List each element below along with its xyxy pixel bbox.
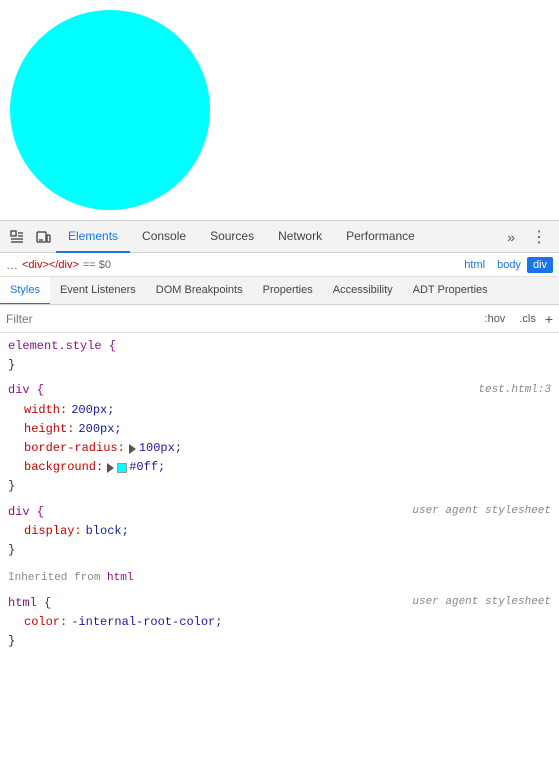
breadcrumb-html[interactable]: html — [458, 257, 491, 273]
div-background-prop: background: — [24, 458, 103, 477]
tab-console[interactable]: Console — [130, 221, 198, 253]
div-height-prop: height: — [24, 420, 74, 439]
element-style-selector: element.style { — [0, 337, 559, 356]
html-ua-selector-line: html { user agent stylesheet — [0, 594, 559, 613]
inherited-from-element: html — [107, 572, 133, 584]
html-ua-rule-source: user agent stylesheet — [412, 594, 551, 612]
div-background-value[interactable]: #0ff; — [129, 458, 165, 477]
cls-button[interactable]: .cls — [512, 310, 543, 328]
html-color-value[interactable]: -internal-root-color; — [71, 613, 222, 632]
breadcrumb-body[interactable]: body — [491, 257, 527, 273]
html-ua-rule: html { user agent stylesheet color: -int… — [0, 594, 559, 652]
sub-tab-styles[interactable]: Styles — [0, 277, 50, 305]
div-rule-source[interactable]: test.html:3 — [478, 382, 551, 400]
tab-network[interactable]: Network — [266, 221, 334, 253]
sub-tab-dom-breakpoints[interactable]: DOM Breakpoints — [146, 277, 253, 305]
div-ua-rule-close: } — [0, 541, 559, 560]
breadcrumb-eq: == $0 — [83, 259, 111, 271]
tab-elements[interactable]: Elements — [56, 221, 130, 253]
css-content: element.style { } div { test.html:3 widt… — [0, 333, 559, 774]
div-width-value[interactable]: 200px; — [71, 401, 114, 420]
tab-sources[interactable]: Sources — [198, 221, 266, 253]
border-radius-triangle[interactable] — [129, 444, 136, 454]
div-selector-line: div { test.html:3 — [0, 381, 559, 400]
sub-tab-event-listeners[interactable]: Event Listeners — [50, 277, 146, 305]
devtools-tabs: Elements Console Sources Network Perform… — [56, 221, 499, 253]
div-rule: div { test.html:3 width: 200px; height: … — [0, 381, 559, 496]
div-height-value[interactable]: 200px; — [78, 420, 121, 439]
div-height-line: height: 200px; — [0, 420, 559, 439]
devtools-panel: Elements Console Sources Network Perform… — [0, 220, 559, 774]
html-ua-rule-close: } — [0, 632, 559, 651]
html-color-prop: color: — [24, 613, 67, 632]
div-ua-selector-line: div { user agent stylesheet — [0, 503, 559, 522]
color-swatch[interactable] — [117, 463, 127, 473]
device-toggle-icon[interactable] — [30, 224, 56, 250]
div-border-radius-value[interactable]: 100px; — [139, 439, 182, 458]
background-triangle[interactable] — [107, 463, 114, 473]
filter-input[interactable] — [6, 312, 478, 326]
breadcrumb: … <div></div> == $0 html body div — [0, 253, 559, 277]
inspect-element-icon[interactable] — [4, 224, 30, 250]
div-ua-rule: div { user agent stylesheet display: blo… — [0, 503, 559, 561]
html-ua-selector-text: html { — [8, 594, 51, 613]
div-border-radius-line: border-radius: 100px; — [0, 439, 559, 458]
preview-area — [0, 0, 559, 220]
div-display-line: display: block; — [0, 522, 559, 541]
sub-tab-properties[interactable]: Properties — [253, 277, 323, 305]
circle-element — [10, 10, 210, 210]
add-style-button[interactable]: + — [545, 311, 553, 327]
breadcrumb-selected-element: <div></div> — [22, 259, 79, 271]
div-width-line: width: 200px; — [0, 401, 559, 420]
element-style-rule: element.style { } — [0, 337, 559, 375]
filter-bar: :hov .cls + — [0, 305, 559, 333]
div-background-line: background: #0ff; — [0, 458, 559, 477]
sub-tabs: Styles Event Listeners DOM Breakpoints P… — [0, 277, 559, 305]
div-width-prop: width: — [24, 401, 67, 420]
div-display-prop: display: — [24, 522, 82, 541]
kebab-menu-button[interactable]: ⋮ — [523, 227, 555, 247]
breadcrumb-dots: … — [6, 258, 18, 272]
sub-tab-accessibility[interactable]: Accessibility — [323, 277, 403, 305]
more-tabs-button[interactable]: » — [499, 229, 523, 245]
html-color-line: color: -internal-root-color; — [0, 613, 559, 632]
div-ua-rule-source: user agent stylesheet — [412, 503, 551, 521]
hov-button[interactable]: :hov — [478, 310, 513, 328]
element-style-close: } — [0, 356, 559, 375]
devtools-toolbar: Elements Console Sources Network Perform… — [0, 221, 559, 253]
div-rule-close: } — [0, 477, 559, 496]
tab-performance[interactable]: Performance — [334, 221, 427, 253]
inherited-from-label: Inherited from html — [0, 566, 559, 592]
div-selector-text: div { — [8, 381, 44, 400]
breadcrumb-div[interactable]: div — [527, 257, 553, 273]
element-style-selector-text: element.style { — [8, 337, 116, 356]
div-display-value[interactable]: block; — [86, 522, 129, 541]
div-border-radius-prop: border-radius: — [24, 439, 125, 458]
div-ua-selector-text: div { — [8, 503, 44, 522]
sub-tab-adt-properties[interactable]: ADT Properties — [403, 277, 498, 305]
